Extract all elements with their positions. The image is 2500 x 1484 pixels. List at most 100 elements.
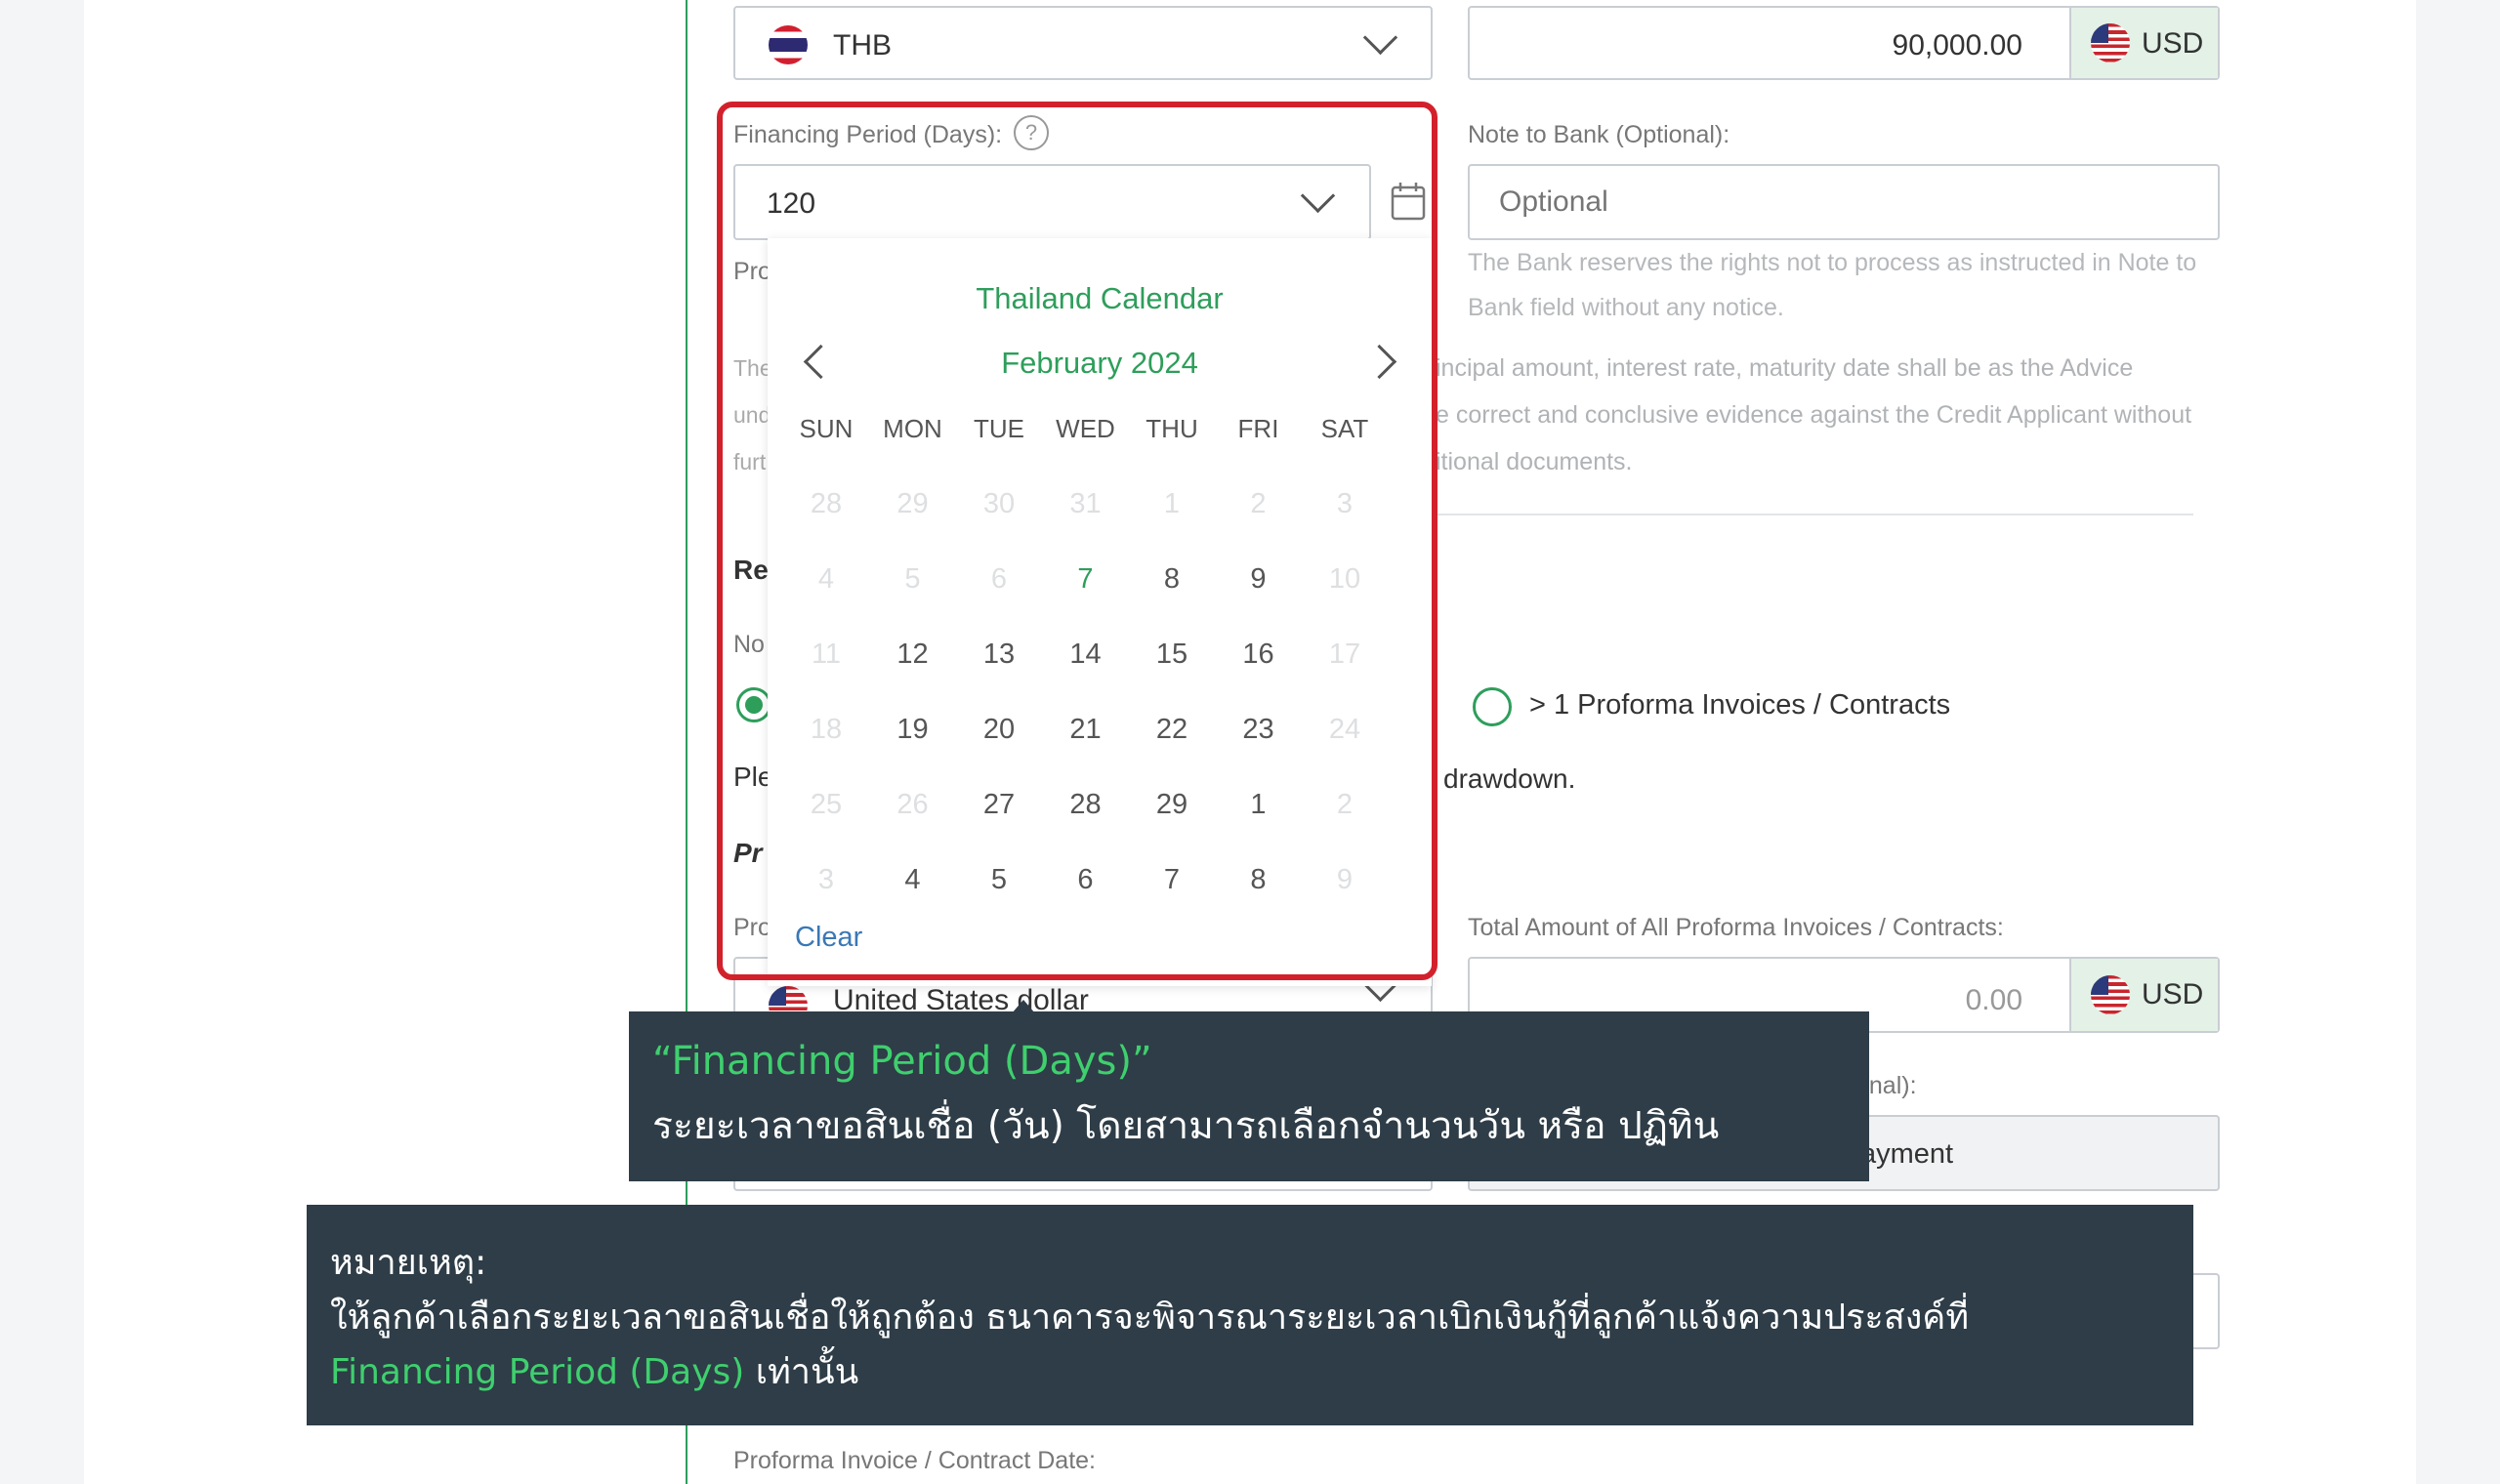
financing-period-value: 120: [767, 187, 816, 220]
calendar-day[interactable]: 19: [870, 700, 956, 759]
currency-addon: USD: [2069, 8, 2218, 78]
obscured-label: The: [733, 355, 772, 381]
calendar-day[interactable]: 4: [870, 850, 956, 909]
calendar-day: 18: [810, 714, 843, 745]
calendar-day[interactable]: 5: [956, 850, 1042, 909]
calendar-day[interactable]: 1: [1216, 775, 1302, 834]
calendar-day[interactable]: 7: [1129, 850, 1215, 909]
calendar-day[interactable]: 6: [1043, 850, 1129, 909]
calendar-icon[interactable]: [1391, 182, 1426, 221]
currency-code: USD: [2142, 978, 2204, 1010]
calendar-day[interactable]: 16: [1216, 625, 1302, 683]
calendar-day: 6: [990, 563, 1008, 595]
weekday-label: THU: [1146, 414, 1198, 443]
note-to-bank-input[interactable]: [1468, 164, 2220, 240]
calendar-day[interactable]: 9: [1216, 550, 1302, 608]
calendar-day[interactable]: 21: [1043, 700, 1129, 759]
calendar-title: Thailand Calendar: [976, 281, 1224, 315]
clear-button[interactable]: Clear: [795, 922, 862, 954]
calendar-popup: Thailand Calendar February 2024 SUN MON TU…: [768, 238, 1432, 986]
note-line-2: Financing Period (Days) เท่านั้น: [330, 1343, 858, 1399]
calendar-day[interactable]: 27: [956, 775, 1042, 834]
disclaimer-line: incipal amount, interest rate, maturity …: [1436, 354, 2134, 382]
obscured-label: und: [733, 402, 771, 428]
calendar-day[interactable]: 20: [956, 700, 1042, 759]
calendar-day: 10: [1328, 563, 1361, 595]
contract-date-label: Proforma Invoice / Contract Date:: [733, 1447, 1096, 1474]
calendar-day[interactable]: 12: [870, 625, 956, 683]
obscured-label: No: [733, 631, 765, 658]
radio-multiple-invoices[interactable]: [1473, 687, 1512, 726]
calendar-day[interactable]: 8: [1216, 850, 1302, 909]
disclaimer-line: itional documents.: [1436, 448, 1633, 475]
calendar-day: 5: [904, 563, 921, 595]
currency-code: USD: [2142, 27, 2204, 60]
weekday-label: FRI: [1237, 414, 1279, 443]
disclaimer-line: e correct and conclusive evidence agains…: [1436, 401, 2192, 429]
total-amount-label: Total Amount of All Proforma Invoices / …: [1468, 914, 2004, 941]
calendar-day[interactable]: 13: [956, 625, 1042, 683]
callout-financing-period: “Financing Period (Days)” ระยะเวลาขอสินเ…: [629, 1011, 1869, 1181]
chevron-down-icon: [1300, 178, 1336, 214]
obscured-label: Pro: [733, 258, 771, 285]
obscured-heading: Pr: [733, 838, 763, 868]
note-to-bank-help: The Bank reserves the rights not to proc…: [1468, 249, 2197, 321]
calendar-day[interactable]: 22: [1129, 700, 1215, 759]
calendar-day[interactable]: 15: [1129, 625, 1215, 683]
note-heading: หมายเหตุ:: [330, 1243, 487, 1283]
obscured-heading: Re: [733, 555, 769, 585]
amount-input[interactable]: 90,000.00 USD: [1468, 6, 2220, 80]
financing-period-label: Financing Period (Days):: [733, 121, 1003, 148]
radio-multiple-label: > 1 Proforma Invoices / Contracts: [1529, 689, 1951, 721]
calendar-day[interactable]: 29: [1129, 775, 1215, 834]
currency-addon: USD: [2069, 959, 2218, 1031]
us-flag-icon: [2091, 975, 2130, 1014]
calendar-day: 2: [1250, 488, 1267, 519]
radio-single-selected[interactable]: [736, 687, 771, 722]
section-divider: [1436, 514, 2193, 515]
repayment-fragment: ayment: [1860, 1138, 1954, 1170]
calendar-day: 30: [982, 488, 1016, 519]
calendar-day: 4: [817, 563, 835, 595]
calendar-day[interactable]: 23: [1216, 700, 1302, 759]
calendar-day: 29: [896, 488, 929, 519]
note-line: ให้ลูกค้าเลือกระยะเวลาขอสินเชื่อให้ถูกต้…: [330, 1298, 1970, 1338]
calendar-day: 24: [1328, 714, 1361, 745]
weekday-label: WED: [1056, 414, 1115, 443]
us-flag-icon: [2091, 23, 2130, 62]
help-icon[interactable]: ?: [1014, 115, 1049, 150]
obscured-label: Pro: [733, 914, 771, 941]
calendar-day: 26: [896, 789, 929, 820]
currency-code: THB: [833, 29, 892, 62]
calendar-day: 31: [1069, 488, 1102, 519]
financing-period-select[interactable]: 120: [733, 164, 1371, 240]
weekday-label: TUE: [974, 414, 1024, 443]
drawdown-text: drawdown.: [1443, 763, 1576, 794]
calendar-day: 2: [1336, 789, 1354, 820]
callout-title: “Financing Period (Days)”: [652, 1039, 1152, 1084]
calendar-day: 28: [810, 488, 843, 519]
calendar-month: February 2024: [1001, 346, 1198, 380]
calendar-day: 9: [1336, 864, 1354, 895]
chevron-down-icon: [1362, 20, 1398, 56]
note-highlight: Financing Period (Days): [330, 1352, 745, 1392]
weekday-label: MON: [883, 414, 942, 443]
calendar-day: 1: [1163, 488, 1181, 519]
weekday-label: SAT: [1320, 414, 1369, 443]
radio-dot: [745, 696, 763, 714]
calendar-day[interactable]: 28: [1043, 775, 1129, 834]
help-icon-glyph: ?: [1024, 120, 1038, 144]
callout-note: หมายเหตุ: ให้ลูกค้าเลือกระยะเวลาขอสินเชื…: [307, 1205, 2193, 1425]
total-amount-value: 0.00: [1965, 984, 2022, 1016]
calendar-day[interactable]: 7: [1043, 550, 1129, 608]
calendar-day[interactable]: 8: [1129, 550, 1215, 608]
obscured-label: furt: [733, 449, 767, 474]
note-to-bank-label: Note to Bank (Optional):: [1468, 121, 1730, 148]
calendar-day[interactable]: 14: [1043, 625, 1129, 683]
calendar-day: 3: [1336, 488, 1354, 519]
calendar-day: 17: [1328, 639, 1361, 670]
calendar-day: 25: [810, 789, 843, 820]
currency-select[interactable]: THB: [733, 6, 1433, 80]
amount-value: 90,000.00: [1892, 29, 2022, 62]
thailand-flag-icon: [769, 25, 808, 64]
